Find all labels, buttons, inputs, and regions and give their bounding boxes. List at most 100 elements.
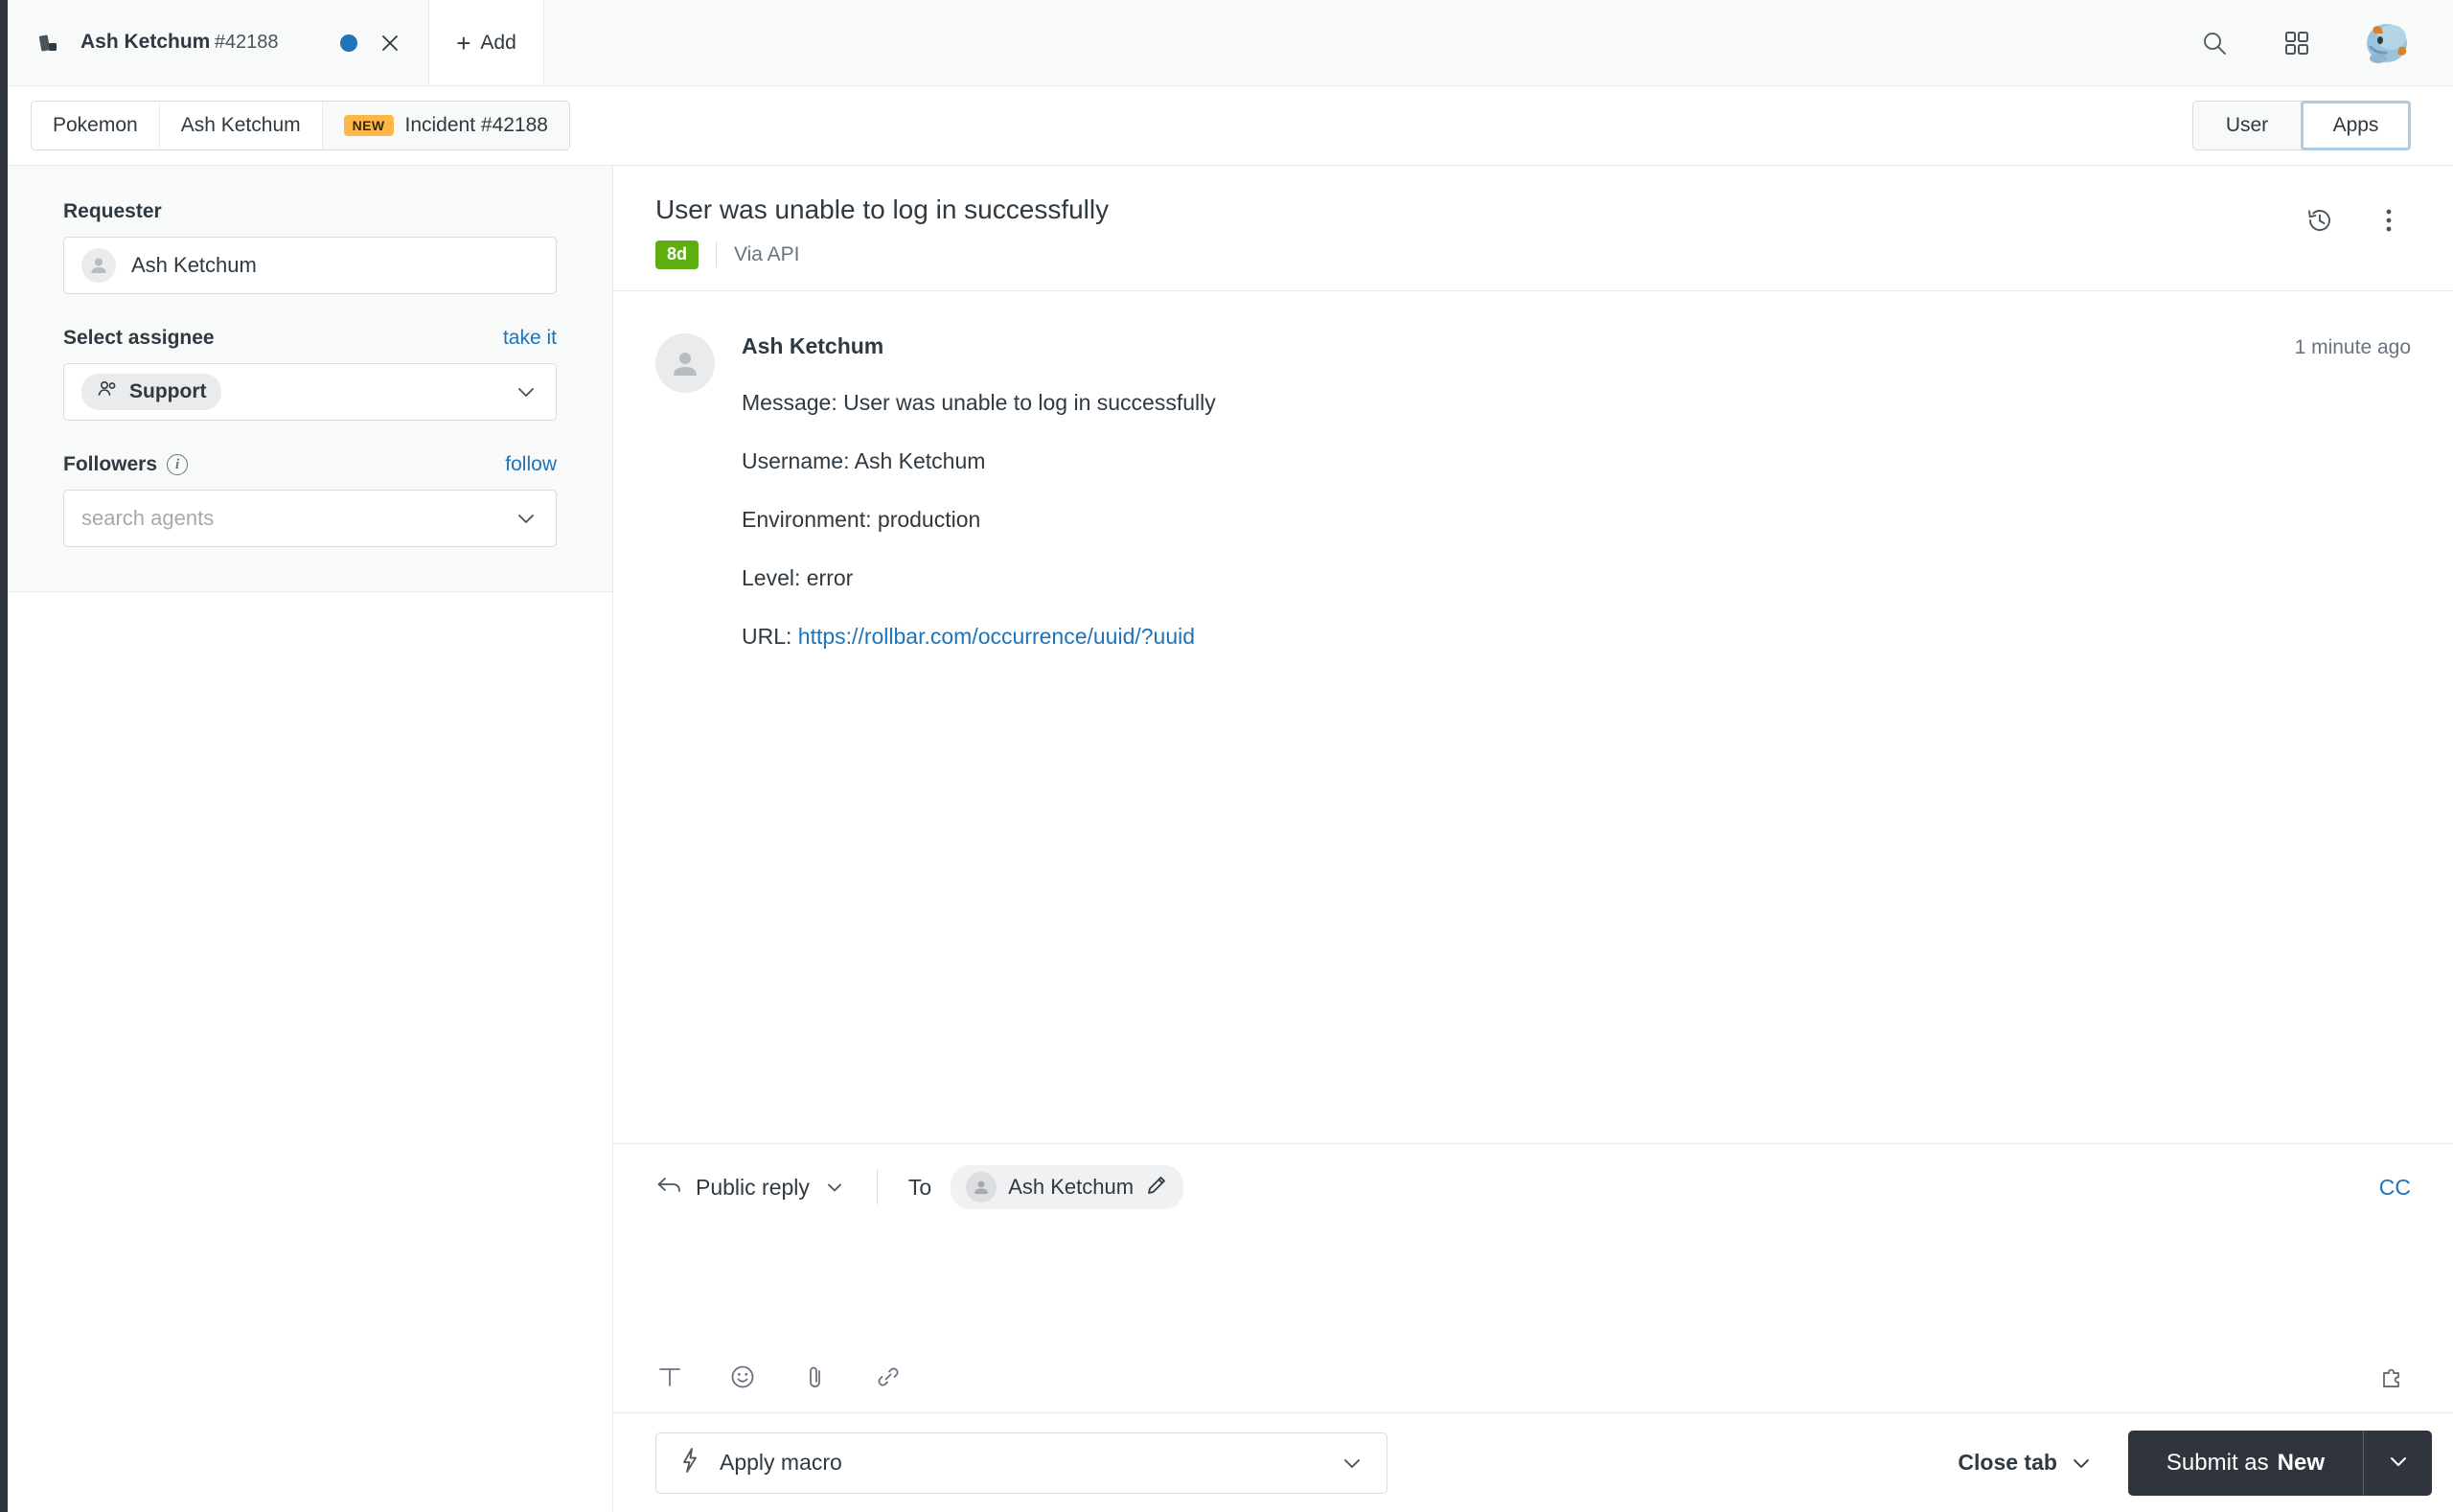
plus-icon: + — [456, 28, 471, 57]
left-nav-rail — [0, 0, 8, 1512]
history-clock-icon[interactable] — [2298, 198, 2342, 242]
comment: Ash Ketchum 1 minute ago Message: User w… — [655, 333, 2411, 652]
sidebar-fields-panel: Requester Ash Ketchum Select assignee ta — [8, 166, 612, 592]
comment-body: Ash Ketchum 1 minute ago Message: User w… — [742, 333, 2411, 652]
requester-label: Requester — [63, 200, 162, 222]
avatar — [655, 333, 715, 394]
chevron-down-icon — [514, 506, 539, 531]
followers-select[interactable]: search agents — [63, 490, 557, 547]
occurrence-url-link[interactable]: https://rollbar.com/occurrence/uuid/?uui… — [798, 624, 1195, 649]
reply-arrow-icon — [655, 1174, 682, 1202]
breadcrumb-label: Incident #42188 — [404, 114, 548, 136]
ticket-meta: 8d Via API — [655, 241, 2279, 270]
followers-label: Followers i — [63, 453, 189, 476]
ticket-properties-sidebar: Requester Ash Ketchum Select assignee ta — [8, 166, 613, 1512]
url-prefix: URL: — [742, 624, 798, 650]
breadcrumb-label: Pokemon — [53, 114, 138, 136]
composer-header: Public reply To Ash Ketchum CC — [613, 1144, 2453, 1226]
follow-link[interactable]: follow — [505, 453, 557, 476]
assignee-value: Support — [129, 380, 207, 402]
close-tab-button[interactable]: Close tab — [1958, 1450, 2105, 1476]
cc-link[interactable]: CC — [2379, 1175, 2411, 1201]
comment-line-level: Level: error — [742, 565, 854, 591]
breadcrumb-item-user[interactable]: Ash Ketchum — [159, 102, 323, 149]
add-tab-label: Add — [480, 31, 516, 54]
assignee-select[interactable]: Support — [63, 363, 557, 421]
panel-toggle: User Apps — [2192, 101, 2411, 150]
reply-type-label: Public reply — [696, 1174, 810, 1200]
user-avatar[interactable] — [2357, 16, 2411, 70]
comment-author: Ash Ketchum — [742, 333, 884, 359]
breadcrumb-bar: Pokemon Ash Ketchum NEW Incident #42188 … — [8, 86, 2453, 166]
lightning-bolt-icon — [677, 1446, 702, 1479]
comment-header: Ash Ketchum 1 minute ago — [742, 333, 2411, 359]
ticket-age-badge: 8d — [655, 241, 699, 270]
group-icon — [97, 379, 120, 404]
recipient-pill[interactable]: Ash Ketchum — [951, 1165, 1184, 1209]
ticket-header-left: User was unable to log in successfully 8… — [655, 193, 2279, 270]
edit-pencil-icon[interactable] — [1145, 1174, 1168, 1202]
submit-state: New — [2277, 1449, 2325, 1476]
search-icon[interactable] — [2192, 21, 2236, 65]
apply-macro-label: Apply macro — [720, 1450, 842, 1475]
breadcrumb-label: Ash Ketchum — [180, 114, 301, 136]
status-badge-new: NEW — [343, 115, 394, 136]
comment-line-message: Message: User was unable to log in succe… — [742, 390, 1216, 416]
comment-line-environment: Environment: production — [742, 507, 981, 533]
tab-user[interactable]: User — [2193, 102, 2301, 149]
ticket-tab-text: Ash Ketchum #42188 — [80, 30, 325, 55]
reply-composer: Public reply To Ash Ketchum CC — [613, 1143, 2453, 1412]
comment-line-url: URL: https://rollbar.com/occurrence/uuid… — [742, 622, 2411, 652]
link-icon[interactable] — [874, 1363, 903, 1391]
avatar — [81, 248, 116, 283]
zendesk-agent-workspace: Ash Ketchum #42188 + Add Pokemon Ash Ket… — [0, 0, 2453, 1512]
close-icon[interactable] — [373, 26, 407, 60]
requester-field[interactable]: Ash Ketchum — [63, 237, 557, 294]
ticket-pane: User was unable to log in successfully 8… — [613, 166, 2453, 1512]
breadcrumb-item-org[interactable]: Pokemon — [32, 102, 160, 149]
attachment-icon[interactable] — [801, 1363, 830, 1391]
tab-apps[interactable]: Apps — [2301, 101, 2411, 150]
puzzle-piece-icon[interactable] — [2380, 1363, 2411, 1391]
followers-placeholder: search agents — [81, 506, 215, 530]
chevron-down-icon — [823, 1176, 846, 1199]
ticket-tab-title: Ash Ketchum — [80, 31, 211, 54]
ticket-action-bar: Apply macro Close tab Submit as New — [613, 1412, 2453, 1512]
submit-options-button[interactable] — [2363, 1430, 2432, 1496]
requester-value: Ash Ketchum — [131, 253, 257, 277]
ticket-tab[interactable]: Ash Ketchum #42188 — [8, 0, 429, 85]
submit-group: Submit as New — [2127, 1430, 2432, 1496]
emoji-icon[interactable] — [728, 1363, 757, 1391]
breadcrumb-item-ticket[interactable]: NEW Incident #42188 — [322, 102, 569, 149]
ticket-header: User was unable to log in successfully 8… — [613, 166, 2453, 292]
meta-divider — [716, 242, 718, 268]
comment-line-username: Username: Ash Ketchum — [742, 448, 986, 474]
chevron-down-icon — [1339, 1450, 1365, 1477]
grid-apps-icon[interactable] — [2275, 21, 2319, 65]
chevron-down-icon — [514, 379, 539, 404]
conversation-area: Ash Ketchum 1 minute ago Message: User w… — [613, 291, 2453, 1143]
ticket-type-icon — [33, 31, 65, 56]
breadcrumb: Pokemon Ash Ketchum NEW Incident #42188 — [31, 101, 570, 150]
more-vertical-icon[interactable] — [2367, 198, 2411, 242]
to-label: To — [907, 1174, 932, 1200]
recipient-name: Ash Ketchum — [1008, 1175, 1135, 1199]
top-tab-bar: Ash Ketchum #42188 + Add — [8, 0, 2453, 86]
ticket-tab-number: #42188 — [214, 32, 279, 54]
composer-toolbar — [613, 1349, 2453, 1412]
reply-type-selector[interactable]: Public reply — [655, 1174, 846, 1202]
sidebar-empty-area — [8, 592, 612, 1512]
submit-button[interactable]: Submit as New — [2127, 1430, 2363, 1496]
apply-macro-select[interactable]: Apply macro — [655, 1432, 1387, 1494]
assignee-label: Select assignee — [63, 327, 215, 349]
blue-dot-icon — [340, 34, 357, 52]
info-icon[interactable]: i — [167, 454, 189, 475]
app-body: Ash Ketchum #42188 + Add Pokemon Ash Ket… — [8, 0, 2453, 1512]
take-it-link[interactable]: take it — [503, 327, 557, 350]
reply-text-input[interactable] — [613, 1226, 2453, 1349]
submit-prefix: Submit as — [2166, 1449, 2269, 1476]
add-tab-button[interactable]: + Add — [429, 0, 544, 85]
text-format-icon[interactable] — [655, 1363, 684, 1391]
assignee-group-pill: Support — [81, 374, 222, 410]
